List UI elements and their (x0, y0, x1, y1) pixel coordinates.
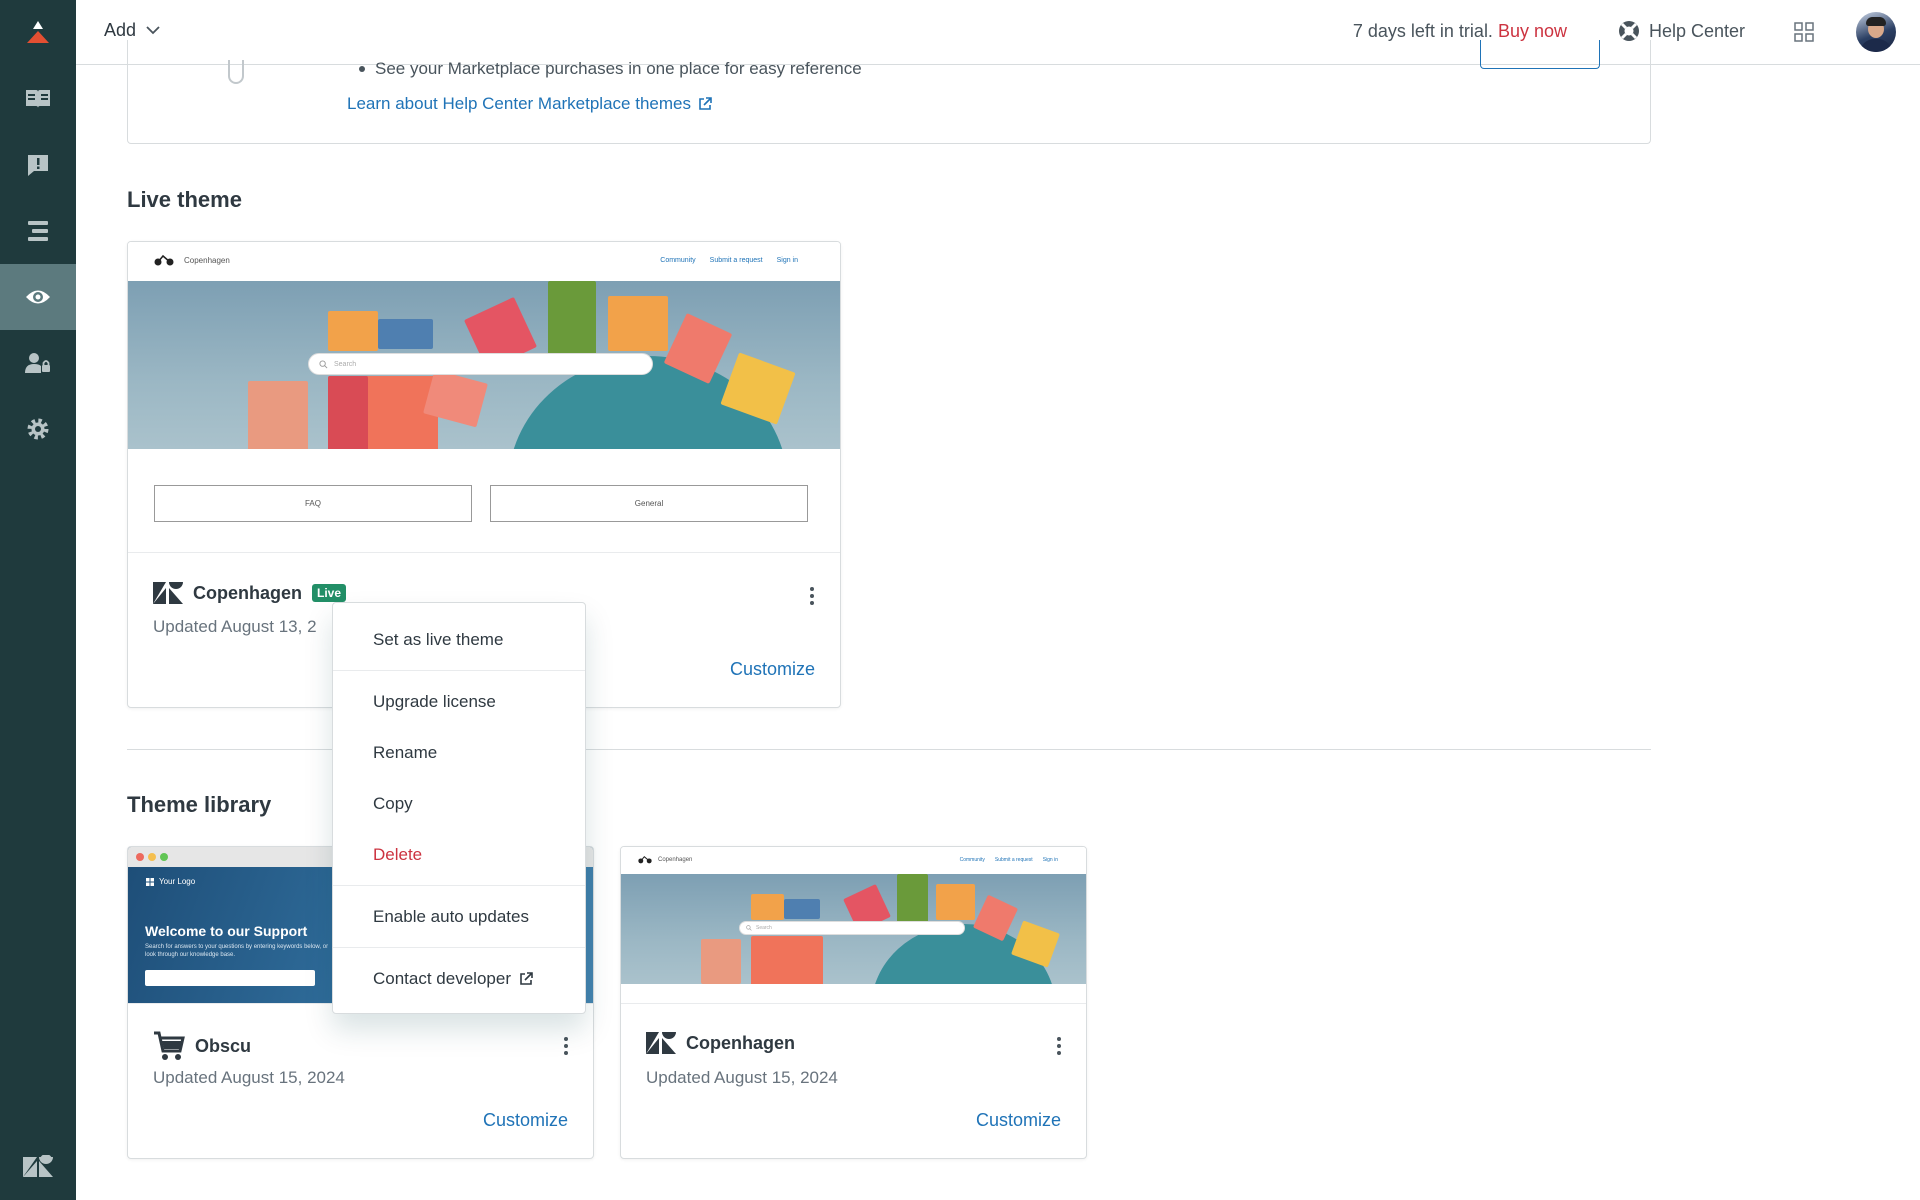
theme-name: Copenhagen (686, 1032, 796, 1053)
zendesk-theme-icon (646, 1032, 676, 1054)
theme-updated-date: Updated August 13, 2 (153, 617, 317, 636)
sidebar-item-guides[interactable] (0, 66, 76, 132)
theme-options-menu: Set as live theme Upgrade license Rename… (332, 602, 586, 1014)
preview-search: Search (308, 353, 653, 375)
marketplace-button[interactable] (1480, 40, 1600, 69)
menu-item-contact-developer[interactable]: Contact developer (333, 954, 585, 1004)
trial-notice: 7 days left in trial. Buy now (1353, 21, 1567, 42)
cart-icon (154, 1031, 185, 1060)
customize-button[interactable]: Customize (483, 1110, 568, 1131)
bike-logo-icon (638, 855, 652, 864)
preview-general-button: General (490, 485, 808, 522)
zendesk-logo-icon[interactable] (0, 1134, 76, 1200)
obscu-search (145, 970, 315, 986)
menu-item-set-live[interactable]: Set as live theme (333, 615, 585, 665)
marketplace-themes-link[interactable]: Learn about Help Center Marketplace them… (347, 94, 712, 114)
sidebar-item-settings[interactable] (0, 396, 76, 462)
marketplace-link-text: Learn about Help Center Marketplace them… (347, 94, 691, 113)
theme-updated-date: Updated August 15, 2024 (646, 1068, 838, 1087)
help-center-logo-icon[interactable] (0, 0, 76, 64)
buy-now-link[interactable]: Buy now (1498, 21, 1567, 41)
menu-item-enable-auto-updates[interactable]: Enable auto updates (333, 892, 585, 942)
menu-divider (333, 670, 585, 671)
obscu-headline: Welcome to our Support (145, 923, 308, 939)
more-options-icon[interactable] (802, 584, 822, 608)
zendesk-theme-icon (153, 582, 183, 604)
bars-icon (28, 221, 48, 241)
customize-button[interactable]: Customize (976, 1110, 1061, 1131)
chevron-down-icon (146, 26, 160, 35)
marketplace-info-box: See your Marketplace purchases in one pl… (127, 40, 1651, 144)
theme-title-row: Copenhagen Live (153, 582, 347, 604)
live-theme-preview[interactable]: Copenhagen Community Submit a request Si… (128, 242, 840, 553)
sidebar-nav (0, 0, 76, 1200)
theme-card-copenhagen: Copenhagen Community Submit a request Si… (620, 846, 1087, 1159)
preview-hero-image: Search (621, 874, 1086, 984)
preview-nav-link: Submit a request (709, 257, 763, 264)
contact-developer-label: Contact developer (373, 969, 511, 988)
bike-logo-icon (154, 254, 174, 266)
theme-title-row: Obscu (153, 1031, 251, 1061)
sidebar-item-arrange[interactable] (0, 198, 76, 264)
theme-name: Obscu (195, 1035, 252, 1056)
preview-nav: Copenhagen Community Submit a request Si… (128, 242, 840, 281)
theme-name: Copenhagen (193, 582, 303, 603)
trial-text: 7 days left in trial. (1352, 21, 1493, 41)
menu-item-delete[interactable]: Delete (333, 830, 585, 880)
menu-divider (333, 885, 585, 886)
obscu-subtext: Search for answers to your questions by … (145, 944, 329, 958)
sidebar-item-user-permissions[interactable] (0, 330, 76, 396)
copenhagen-preview[interactable]: Copenhagen Community Submit a request Si… (621, 847, 1086, 1004)
theme-title-row: Copenhagen (646, 1032, 795, 1054)
user-lock-icon (25, 353, 50, 373)
apps-grid-icon[interactable] (1794, 22, 1814, 47)
book-icon (26, 90, 50, 108)
preview-nav-link: Sign in (776, 257, 798, 264)
live-badge: Live (312, 584, 347, 602)
external-link-icon (520, 972, 533, 985)
preview-search: Search (739, 921, 965, 935)
avatar[interactable] (1856, 12, 1896, 52)
eye-icon (26, 290, 50, 304)
sidebar-item-alerts[interactable] (0, 132, 76, 198)
add-label: Add (104, 20, 137, 40)
gear-icon (27, 418, 49, 440)
marketplace-bullet-text: See your Marketplace purchases in one pl… (375, 59, 862, 78)
menu-item-upgrade-license[interactable]: Upgrade license (333, 677, 585, 727)
theme-updated-date: Updated August 15, 2024 (153, 1068, 345, 1087)
preview-hero-image: Search (128, 281, 840, 449)
more-options-icon[interactable] (1049, 1034, 1069, 1058)
menu-divider (333, 947, 585, 948)
live-theme-heading: Live theme (127, 187, 242, 212)
menu-item-copy[interactable]: Copy (333, 779, 585, 829)
customize-button[interactable]: Customize (730, 659, 815, 680)
preview-nav: Copenhagen Community Submit a request Si… (621, 847, 1086, 874)
help-center-label: Help Center (1648, 20, 1745, 41)
preview-faq-button: FAQ (154, 485, 472, 522)
alert-icon (28, 155, 48, 176)
marketplace-bullet: See your Marketplace purchases in one pl… (359, 59, 862, 79)
preview-brand: Copenhagen (184, 255, 230, 265)
external-link-icon (699, 97, 712, 110)
more-options-icon[interactable] (556, 1034, 576, 1058)
obscu-logo: Your Logo (146, 877, 195, 886)
add-button[interactable]: Add (104, 20, 160, 41)
sidebar-item-customize-design[interactable] (0, 264, 76, 330)
menu-item-rename[interactable]: Rename (333, 728, 585, 778)
marketplace-icon (228, 60, 244, 84)
preview-nav-link: Community (660, 257, 696, 264)
theme-library-heading: Theme library (127, 792, 272, 817)
